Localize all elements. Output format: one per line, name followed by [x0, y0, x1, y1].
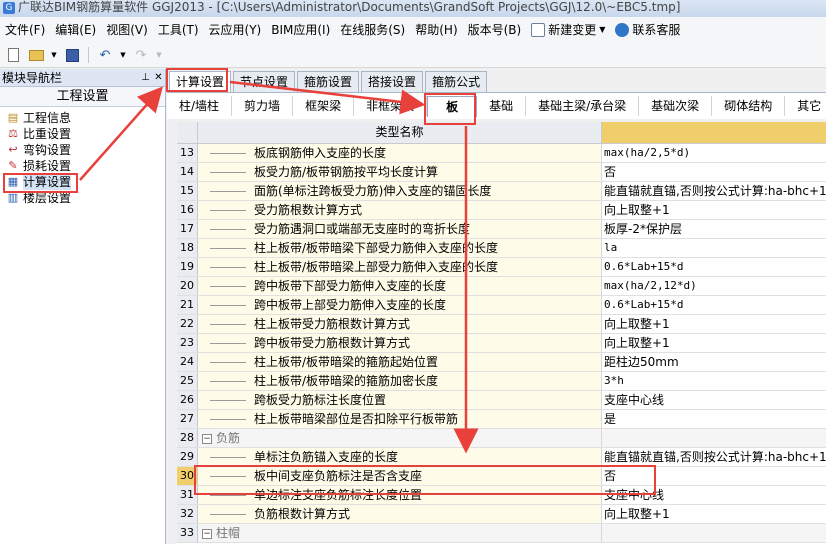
- annotation-arrows: [79, 80, 479, 454]
- arrow-nav-to-tab: [79, 86, 163, 181]
- app-window: G 广联达BIM钢筋算量软件 GGJ2013 - [C:\Users\Admin…: [0, 0, 826, 544]
- arrow-tab-to-slab: [229, 80, 426, 115]
